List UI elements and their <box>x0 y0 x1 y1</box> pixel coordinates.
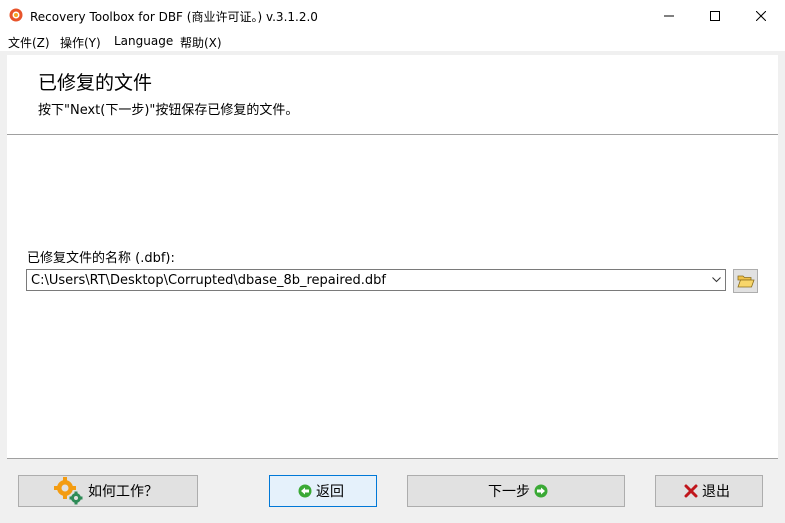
gears-icon <box>54 477 83 505</box>
folder-open-icon <box>736 275 755 288</box>
app-logo-icon <box>9 8 23 22</box>
chevron-down-icon[interactable] <box>709 272 723 288</box>
exit-button[interactable]: 退出 <box>655 475 763 507</box>
back-button[interactable]: 返回 <box>269 475 377 507</box>
arrow-right-icon <box>534 484 548 498</box>
minimize-icon <box>664 15 674 16</box>
maximize-icon <box>710 10 720 21</box>
menu-action[interactable]: 操作(Y) <box>60 34 101 51</box>
menu-bar: 文件(Z) 操作(Y) Language 帮助(X) <box>0 31 785 51</box>
window-title: Recovery Toolbox for DBF (商业许可证。) v.3.1.… <box>30 10 318 24</box>
how-it-works-button[interactable]: 如何工作？ <box>18 475 198 507</box>
x-icon <box>684 484 698 498</box>
next-label: 下一步 <box>488 484 530 500</box>
how-it-works-label: 如何工作？ <box>88 484 158 500</box>
menu-language[interactable]: Language <box>114 34 173 48</box>
menu-help[interactable]: 帮助(X) <box>180 34 222 51</box>
browse-button[interactable] <box>733 269 758 293</box>
maximize-button[interactable] <box>692 0 738 31</box>
back-label: 返回 <box>316 484 344 500</box>
exit-label: 退出 <box>702 484 730 500</box>
output-path-combobox[interactable]: C:\Users\RT\Desktop\Corrupted\dbase_8b_r… <box>26 269 726 291</box>
minimize-button[interactable] <box>646 0 692 31</box>
menu-file[interactable]: 文件(Z) <box>8 34 50 51</box>
output-path-value[interactable]: C:\Users\RT\Desktop\Corrupted\dbase_8b_r… <box>31 273 386 288</box>
repaired-file-label: 已修复文件的名称 (.dbf): <box>27 251 175 266</box>
page-title: 已修复的文件 <box>38 72 153 94</box>
next-button[interactable]: 下一步 <box>407 475 625 507</box>
close-button[interactable] <box>738 0 784 31</box>
arrow-left-icon <box>298 484 312 498</box>
page-subtitle: 按下"Next(下一步)"按钮保存已修复的文件。 <box>38 103 299 118</box>
close-icon <box>756 10 766 21</box>
frame-right <box>778 51 785 460</box>
frame-left <box>0 51 7 460</box>
content-panel <box>7 135 778 458</box>
